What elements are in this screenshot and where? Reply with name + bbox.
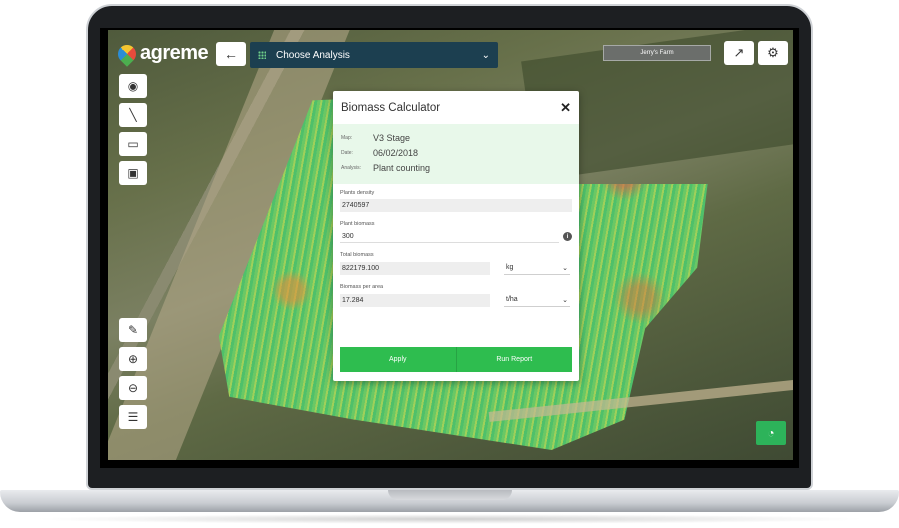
chevron-down-icon: ⌄ (562, 264, 568, 272)
plant-biomass-label: Plant biomass (340, 221, 375, 227)
info-value: V3 Stage (373, 132, 411, 143)
apply-button[interactable]: Apply (340, 347, 456, 372)
total-biomass-unit-select[interactable]: kg ⌄ (504, 261, 570, 275)
line-tool-icon: ╲ (129, 108, 137, 122)
close-icon[interactable]: ✕ (560, 100, 571, 116)
zoom-out-icon: ⊖ (127, 381, 139, 395)
arrow-left-icon: ← (224, 46, 238, 62)
polygon-tool-button[interactable]: ▭ (119, 132, 147, 156)
modal-header: Biomass Calculator ✕ (333, 91, 579, 124)
grid-dots-icon (258, 51, 266, 59)
logo-text: agreme (140, 42, 209, 64)
unit-value: kg (506, 264, 514, 271)
pie-chart-icon: ◔ (767, 426, 775, 440)
total-biomass-input[interactable]: 822179.100 (340, 261, 490, 275)
plants-density-label: Plants density (340, 190, 375, 196)
settings-button[interactable]: ⚙ (758, 41, 788, 65)
zoom-in-icon: ⊕ (127, 352, 139, 366)
info-key: Date: (341, 149, 353, 156)
info-row-analysis: Analysis: Plant counting (341, 160, 571, 175)
logo-mark-icon (114, 40, 140, 67)
area-tool-button[interactable]: ▣ (119, 161, 147, 185)
info-row-map: Map: V3 Stage (341, 130, 571, 145)
analysis-select[interactable]: Choose Analysis ⌄ (250, 42, 498, 68)
plant-biomass-input[interactable]: 300 (340, 230, 559, 243)
analysis-select-label: Choose Analysis (276, 49, 350, 61)
unit-value: t/ha (506, 296, 518, 303)
laptop-shadow (30, 514, 870, 524)
info-key: Map: (341, 134, 353, 141)
info-value: 06/02/2018 (373, 147, 419, 158)
plants-density-input[interactable]: 2740597 (340, 199, 572, 212)
area-tool-icon: ▣ (127, 166, 139, 180)
chevron-down-icon: ⌄ (481, 49, 490, 61)
line-tool-button[interactable]: ╲ (119, 103, 147, 127)
layers-icon: ☰ (127, 410, 139, 424)
chevron-down-icon: ⌄ (562, 296, 568, 304)
biomass-form: Plants density 2740597 Plant biomass 300… (333, 184, 579, 307)
map-pin-icon: ◉ (127, 79, 139, 93)
back-button[interactable]: ← (216, 42, 246, 66)
gear-icon: ⚙ (767, 45, 779, 60)
share-icon: ↗ (733, 45, 745, 60)
biomass-per-area-unit-select[interactable]: t/ha ⌄ (504, 293, 570, 307)
layers-button[interactable]: ☰ (119, 405, 147, 429)
total-biomass-label: Total biomass (340, 252, 374, 258)
zoom-in-button[interactable]: ⊕ (119, 347, 147, 371)
modal-title: Biomass Calculator (341, 101, 441, 114)
analysis-info: Map: V3 Stage Date: 06/02/2018 Analysis:… (333, 124, 579, 184)
farm-select[interactable]: Jerry's Farm (603, 45, 711, 61)
biomass-per-area-label: Biomass per area (340, 284, 384, 290)
app-logo: agreme (114, 40, 209, 67)
info-value: Plant counting (373, 162, 431, 173)
laptop-notch (388, 490, 512, 500)
biomass-calculator-modal: Biomass Calculator ✕ Map: V3 Stage Date:… (333, 91, 579, 381)
info-icon[interactable]: i (563, 232, 572, 241)
info-key: Analysis: (341, 164, 362, 171)
app-screen: agreme ← Choose Analysis ⌄ Jerry's Farm … (108, 30, 793, 460)
chart-button[interactable]: ◔ (756, 421, 786, 445)
run-report-button[interactable]: Run Report (455, 347, 572, 372)
zoom-out-button[interactable]: ⊖ (119, 376, 147, 400)
info-row-date: Date: 06/02/2018 (341, 145, 571, 160)
pin-tool-button[interactable]: ◉ (119, 74, 147, 98)
layer-edit-icon: ✎ (127, 323, 139, 337)
modal-actions: Apply Run Report (340, 347, 572, 372)
layer-edit-button[interactable]: ✎ (119, 318, 147, 342)
polygon-tool-icon: ▭ (127, 137, 139, 151)
share-button[interactable]: ↗ (724, 41, 754, 65)
biomass-per-area-input[interactable]: 17.284 (340, 293, 490, 307)
